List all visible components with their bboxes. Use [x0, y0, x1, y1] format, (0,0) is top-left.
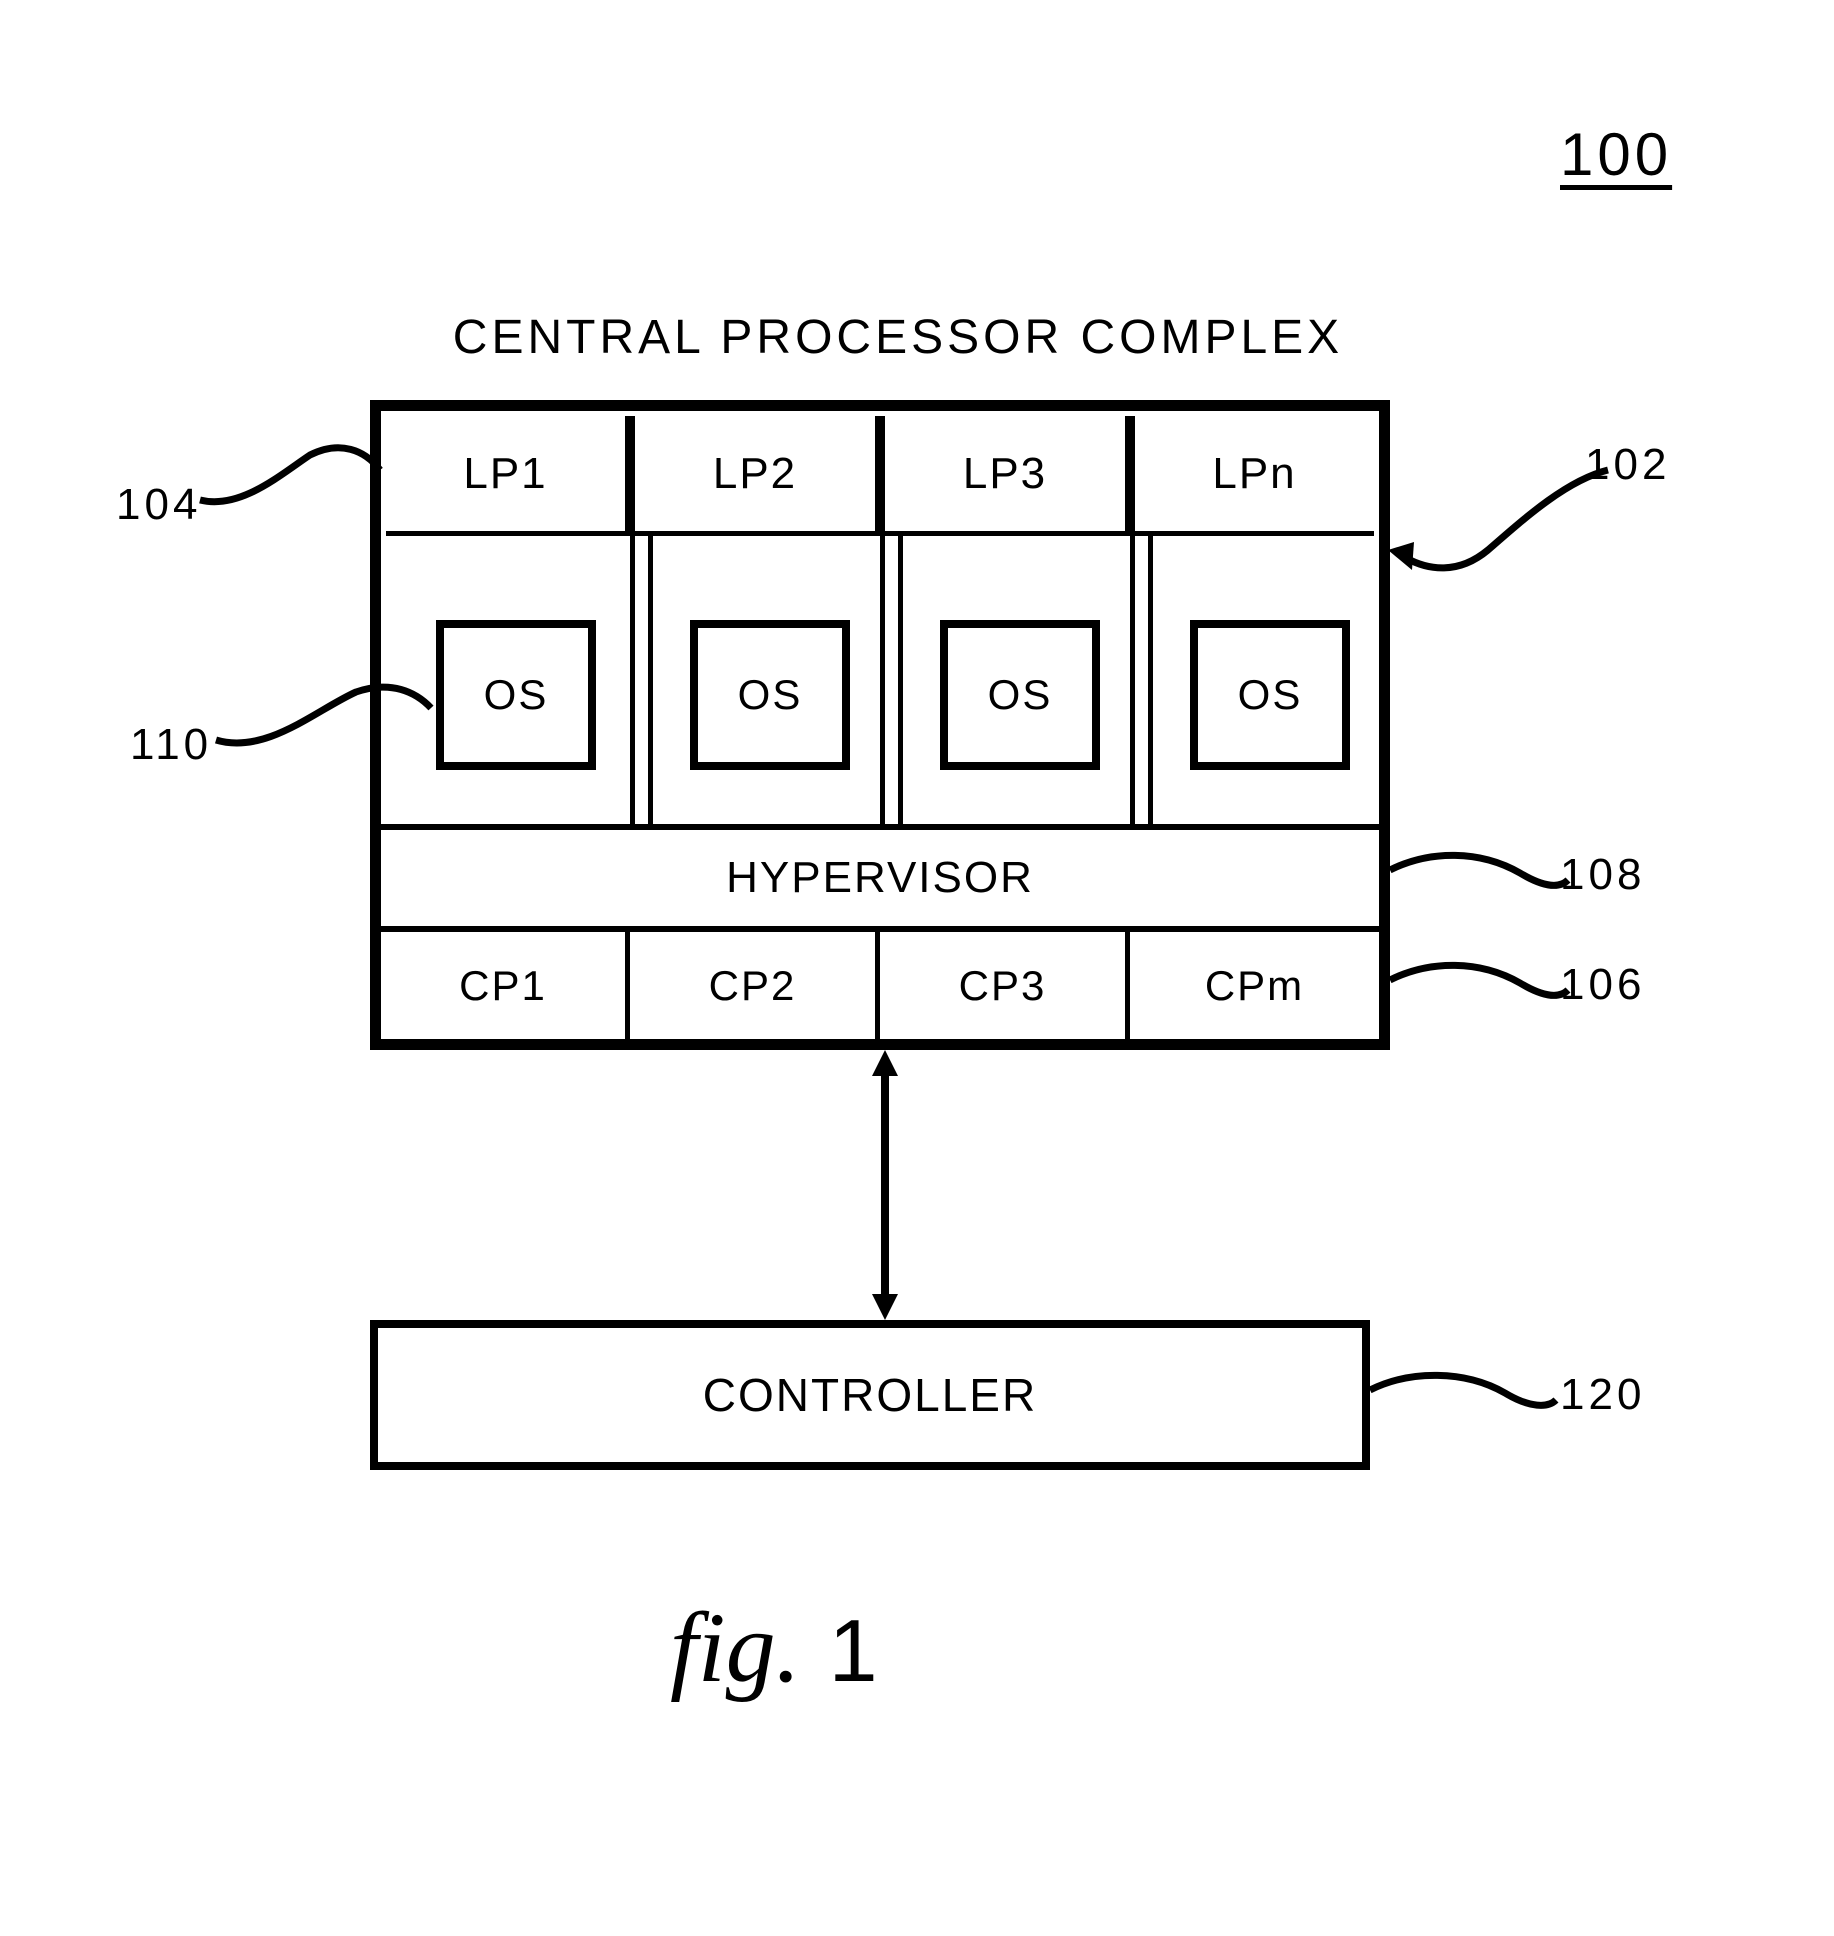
lead-120	[1370, 1368, 1560, 1438]
lp-cell-3: LP3	[880, 416, 1130, 536]
controller-box: CONTROLLER	[370, 1320, 1370, 1470]
cp-cell-1: CP1	[381, 932, 630, 1039]
lead-102	[1388, 470, 1618, 620]
figure-caption: fig.1	[670, 1590, 880, 1705]
lead-108	[1390, 848, 1570, 918]
os-box-1: OS	[436, 620, 596, 770]
diagram-title: CENTRAL PROCESSOR COMPLEX	[398, 310, 1398, 365]
os-box-2: OS	[690, 620, 850, 770]
lead-110	[216, 680, 436, 770]
lp-divider-1b	[648, 536, 653, 824]
callout-102: 102	[1585, 440, 1670, 490]
lead-106	[1390, 958, 1570, 1028]
callout-108: 108	[1560, 850, 1645, 900]
callout-120: 120	[1560, 1370, 1645, 1420]
callout-104: 104	[116, 480, 201, 530]
lp-divider-3	[1130, 536, 1135, 824]
lp-divider-1	[630, 536, 635, 824]
callout-106: 106	[1560, 960, 1645, 1010]
lp-divider-2b	[898, 536, 903, 824]
lp-cell-2: LP2	[630, 416, 880, 536]
hypervisor-row: HYPERVISOR	[381, 824, 1379, 932]
os-box-n: OS	[1190, 620, 1350, 770]
callout-110: 110	[130, 720, 212, 770]
cp-cell-2: CP2	[630, 932, 880, 1039]
os-box-3: OS	[940, 620, 1100, 770]
lead-104	[200, 440, 386, 530]
figure-number: 100	[1560, 120, 1672, 189]
connector-arrow	[870, 1050, 900, 1320]
lp-divider-2	[880, 536, 885, 824]
lp-divider-3b	[1148, 536, 1153, 824]
lp-cell-1: LP1	[386, 416, 630, 536]
diagram-canvas: 100 CENTRAL PROCESSOR COMPLEX LP1 LP2 LP…	[0, 0, 1834, 1936]
lp-cell-n: LPn	[1130, 416, 1374, 536]
cp-cell-m: CPm	[1130, 932, 1379, 1039]
cp-cell-3: CP3	[880, 932, 1130, 1039]
